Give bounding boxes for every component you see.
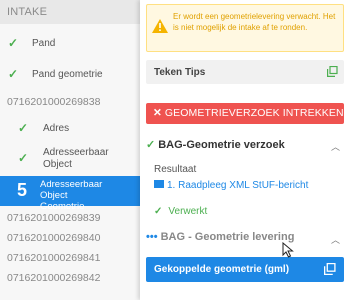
external-window-icon[interactable] [327,66,338,77]
close-icon: ✕ [153,107,162,119]
check-icon: ✓ [18,151,29,165]
check-icon: ✓ [8,67,19,81]
chevron-up-icon[interactable]: ︿ [331,233,340,246]
sidebar-header: INTAKE [0,0,140,24]
linked-geometry-label: Gekoppelde geometrie (gml) [154,264,290,275]
envelope-icon [154,180,164,188]
chevron-up-icon[interactable]: ︿ [331,140,340,153]
sidebar-item-label: Pand [32,38,56,49]
sidebar-group-id[interactable]: 071620100026983​8 [7,96,100,108]
check-icon: ✓ [8,36,19,50]
result-label: Resultaat [154,164,197,175]
status-label: Verwerkt [168,206,208,217]
revoke-button-label: GEOMETRIEVERZOEK INTREKKEN [164,107,344,119]
sidebar-item-label: Adresseerbaar Object [43,147,109,170]
intake-sidebar: INTAKE ✓ Pand ✓ Pand geometrie 071620100… [0,0,140,300]
sidebar-item-active[interactable]: 5 Adresseerbaar Object Geometrie [0,176,140,212]
warning-alert: Er wordt een geometrielevering verwacht.… [146,4,344,52]
step-number: 5 [17,180,28,200]
mouse-cursor-icon [282,242,294,258]
warning-text: Er wordt een geometrielevering verwacht.… [173,12,336,32]
section-title-label: BAG-Geometrie verzoek [158,139,285,151]
check-icon: ✓ [146,139,156,151]
sidebar-id[interactable]: 0716201000269841 [7,252,100,264]
revoke-geometry-request-button[interactable]: ✕ GEOMETRIEVERZOEK INTREKKEN [146,103,344,124]
sidebar-item-adresseerbaar-object[interactable]: ✓ Adresseerbaar Object [0,147,140,173]
sidebar-item-label: Adresseerbaar Object Geometrie [40,179,103,212]
detail-panel: Er wordt een geometrielevering verwacht.… [140,0,350,300]
section-title-label: BAG - Geometrie levering [160,231,295,243]
tips-panel[interactable]: Teken Tips [146,60,344,84]
sidebar-item-pand-geometrie[interactable]: ✓ Pand geometrie [0,67,140,83]
linked-geometry-button[interactable]: Gekoppelde geometrie (gml) [146,257,344,282]
section-title-levering[interactable]: ••• BAG - Geometrie levering [146,231,294,243]
result-link[interactable]: 1. Raadpleeg XML StUF-bericht [154,180,308,191]
status-processed: ✓ Verwerkt [154,206,207,217]
external-window-icon [324,263,336,275]
check-icon: ✓ [154,206,163,217]
sidebar-item-adres[interactable]: ✓ Adres [0,121,140,137]
section-title-verzoek[interactable]: ✓ BAG-Geometrie verzoek [146,138,285,151]
sidebar-item-label: Adres [43,123,70,134]
loading-dots-icon: ••• [146,231,158,243]
sidebar-item-label: Pand geometrie [32,69,103,80]
sidebar-item-pand[interactable]: ✓ Pand [0,36,140,52]
sidebar-id[interactable]: 0716201000269840 [7,232,100,244]
result-link-label: 1. Raadpleeg XML StUF-bericht [167,180,309,191]
check-icon: ✓ [18,121,29,135]
sidebar-id[interactable]: 0716201000269839 [7,212,100,224]
sidebar-id[interactable]: 0716201000269842 [7,272,100,284]
warning-icon [152,19,168,33]
tips-label: Teken Tips [154,67,206,78]
